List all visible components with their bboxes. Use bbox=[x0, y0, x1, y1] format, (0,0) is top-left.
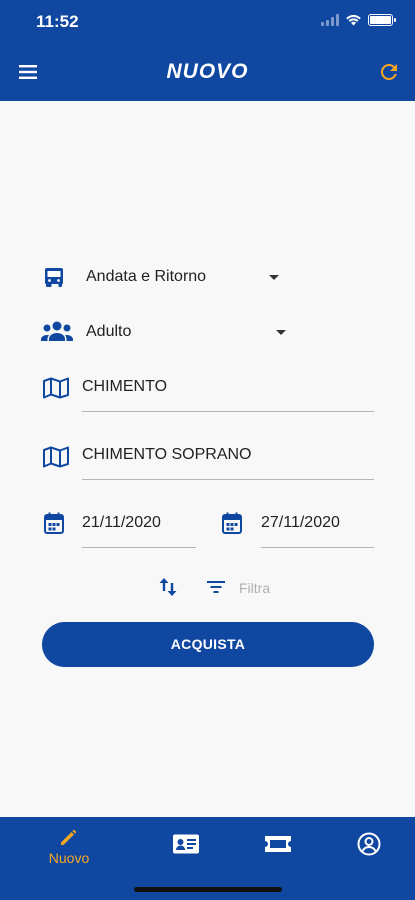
filter-icon bbox=[207, 581, 225, 593]
signal-icon bbox=[321, 13, 339, 26]
chevron-down-icon bbox=[276, 330, 286, 335]
passenger-type-value: Adulto bbox=[86, 323, 132, 340]
nav-item-account[interactable] bbox=[319, 817, 415, 877]
pencil-icon bbox=[61, 829, 77, 845]
departure-date-value: 21/11/2020 bbox=[82, 514, 161, 531]
calendar-icon bbox=[44, 512, 64, 534]
return-date-value: 27/11/2020 bbox=[261, 514, 340, 531]
page-title: NUOVO bbox=[166, 60, 249, 83]
swap-icon[interactable] bbox=[158, 575, 178, 599]
nav-label: Nuovo bbox=[48, 850, 90, 866]
group-icon bbox=[41, 321, 73, 341]
nav-item-ticket[interactable] bbox=[227, 817, 327, 877]
status-time: 11:52 bbox=[36, 12, 79, 31]
return-date-underline bbox=[261, 547, 374, 548]
refresh-icon bbox=[380, 63, 397, 80]
arrival-underline bbox=[82, 479, 374, 480]
nav-item-nuovo[interactable]: Nuovo bbox=[19, 817, 119, 877]
buy-button[interactable]: ACQUISTA bbox=[42, 622, 374, 667]
ticket-icon bbox=[265, 836, 291, 852]
departure-date-underline bbox=[82, 547, 196, 548]
map-icon bbox=[43, 446, 69, 468]
nav-item-card[interactable] bbox=[136, 817, 236, 877]
id-card-icon bbox=[173, 834, 199, 854]
status-icons bbox=[321, 13, 396, 26]
home-indicator bbox=[134, 887, 282, 892]
chevron-down-icon bbox=[269, 275, 279, 280]
map-icon bbox=[43, 377, 69, 399]
departure-value: CHIMENTO bbox=[82, 378, 168, 395]
calendar-icon bbox=[222, 512, 242, 534]
wifi-icon bbox=[346, 14, 361, 26]
arrival-value: CHIMENTO SOPRANO bbox=[82, 446, 252, 463]
bus-icon bbox=[45, 268, 63, 287]
departure-underline bbox=[82, 411, 374, 412]
refresh-button[interactable] bbox=[377, 60, 401, 84]
trip-type-value: Andata e Ritorno bbox=[86, 268, 207, 285]
account-icon bbox=[357, 832, 381, 856]
filter-label: Filtra bbox=[239, 580, 271, 596]
app-header: 11:52 NUOVO bbox=[0, 0, 415, 101]
battery-icon bbox=[368, 13, 396, 26]
